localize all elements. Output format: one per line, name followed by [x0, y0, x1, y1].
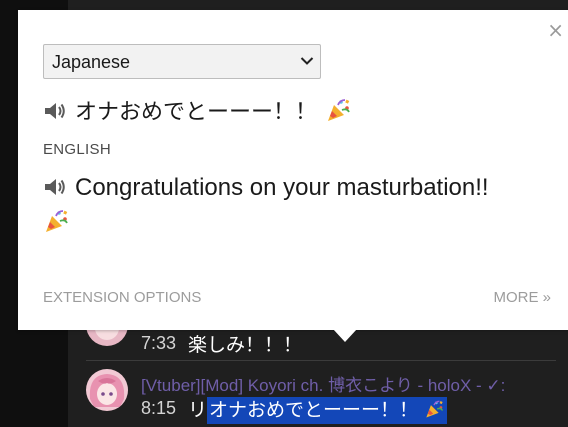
translation-line: Congratulations on your masturbation!! — [43, 169, 558, 234]
timestamp: 8:15 — [141, 398, 177, 418]
chevron-down-icon — [300, 57, 314, 65]
divider — [86, 360, 556, 361]
translation-popup: × Japanese オナおめでとーーー！！ ENGLISH Congratul… — [18, 10, 568, 330]
extension-options-link[interactable]: EXTENSION OPTIONS — [43, 289, 201, 306]
message-text: リオナおめでとーーー！！ — [188, 395, 448, 424]
selected-text-content: オナおめでとーーー！！ — [209, 399, 419, 421]
source-text: オナおめでとーーー！！ — [75, 100, 318, 125]
author-name[interactable]: [Vtuber][Mod] Koyori ch. 博衣こより - holoX -… — [141, 371, 505, 396]
translation-text: Congratulations on your masturbation!! — [75, 174, 489, 201]
message-text: 楽しみ！！！ — [188, 334, 303, 356]
speaker-icon[interactable] — [43, 176, 67, 198]
more-link[interactable]: MORE » — [493, 289, 551, 306]
target-language-label: ENGLISH — [43, 141, 111, 158]
party-popper-icon — [426, 400, 444, 418]
avatar[interactable] — [86, 369, 128, 411]
language-select-value: Japanese — [52, 52, 131, 72]
party-popper-icon — [46, 210, 68, 232]
close-icon[interactable]: × — [547, 20, 564, 40]
chat-message[interactable]: [Vtuber][Mod] Koyori ch. 博衣こより - holoX -… — [68, 362, 568, 427]
party-popper-icon — [328, 99, 350, 121]
speaker-icon[interactable] — [43, 100, 67, 122]
selected-text: オナおめでとーーー！！ — [207, 397, 448, 424]
source-line: オナおめでとーーー！！ — [43, 94, 351, 126]
message-prefix: リ — [188, 399, 208, 421]
timestamp: 7:33 — [141, 333, 177, 353]
language-select[interactable]: Japanese — [43, 44, 321, 79]
popup-arrow — [333, 329, 357, 342]
